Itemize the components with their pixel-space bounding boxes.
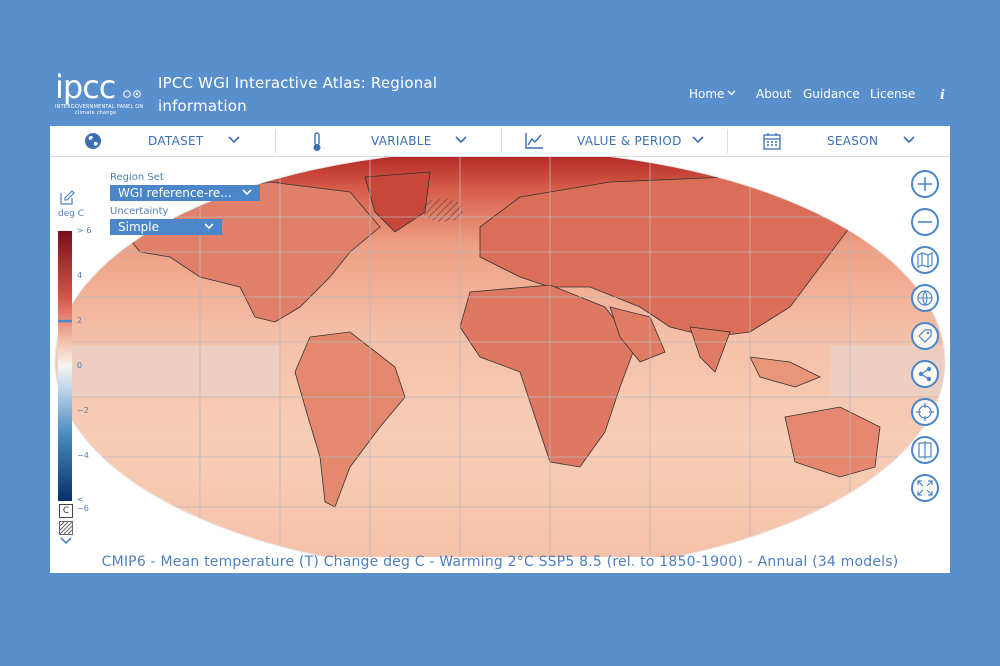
globe-button[interactable] <box>911 284 939 312</box>
label-button[interactable] <box>911 322 939 350</box>
chevron-down-icon <box>242 189 252 196</box>
dataset-menu[interactable]: DATASET <box>50 126 275 156</box>
color-legend: deg C > 6 4 2 0 −2 −4 < −6 C <box>56 190 96 550</box>
logo-wordmark: ipcc <box>55 68 116 106</box>
chevron-down-icon <box>228 136 240 144</box>
zoom-out-button[interactable] <box>911 208 939 236</box>
logo-subtitle-2: climate change <box>75 110 117 116</box>
info-icon[interactable]: i <box>940 88 945 103</box>
uncertainty-label: Uncertainty <box>110 206 169 217</box>
nav-home[interactable]: Home <box>689 87 736 101</box>
legend-tick: 0 <box>77 361 83 370</box>
uncertainty-select[interactable]: Simple <box>110 219 222 235</box>
atlas-panel: DATASET VARIABLE VALUE & PERIOD SEASON R… <box>50 126 950 573</box>
region-set-value: WGI reference-re... <box>118 186 232 200</box>
uncertainty-value: Simple <box>118 220 159 234</box>
legend-tick: 2 <box>77 316 83 325</box>
legend-tick: 4 <box>77 271 83 280</box>
zoom-in-icon <box>918 177 932 191</box>
dataset-label: DATASET <box>148 134 204 148</box>
region-set-select[interactable]: WGI reference-re... <box>110 185 260 201</box>
map-layers-button[interactable] <box>911 246 939 274</box>
locate-icon <box>916 403 934 421</box>
share-icon <box>918 366 932 382</box>
compare-button[interactable] <box>911 436 939 464</box>
value-period-label: VALUE & PERIOD <box>577 134 682 148</box>
chevron-down-icon <box>455 136 467 144</box>
ipcc-logo[interactable]: ipcc INTERGOVERNMENTAL PANEL ON climate … <box>55 70 150 120</box>
wmo-unep-emblem-icon <box>123 90 141 98</box>
edit-icon[interactable] <box>59 190 75 206</box>
legend-current-marker <box>58 319 72 323</box>
chevron-down-icon <box>727 90 736 96</box>
map-layers-icon <box>917 252 933 268</box>
value-period-menu[interactable]: VALUE & PERIOD <box>502 126 727 156</box>
page-title: IPCC WGI Interactive Atlas: Regional inf… <box>158 74 438 115</box>
season-label: SEASON <box>827 134 879 148</box>
fullscreen-button[interactable] <box>911 474 939 502</box>
header: ipcc INTERGOVERNMENTAL PANEL ON climate … <box>0 0 1000 126</box>
globe-icon <box>85 133 101 149</box>
compare-icon <box>918 441 932 459</box>
share-button[interactable] <box>911 360 939 388</box>
region-set-label: Region Set <box>110 172 164 183</box>
globe-icon <box>917 290 933 307</box>
season-menu[interactable]: SEASON <box>728 126 950 156</box>
legend-colorbar <box>58 231 72 501</box>
hatch-toggle-icon[interactable] <box>59 521 73 535</box>
legend-tick: −4 <box>77 451 89 460</box>
nav-guidance[interactable]: Guidance <box>803 87 860 101</box>
legend-tick: > 6 <box>77 226 92 235</box>
variable-label: VARIABLE <box>371 134 432 148</box>
legend-unit: deg C <box>58 209 85 219</box>
chevron-down-icon <box>204 223 214 230</box>
nav-home-label: Home <box>689 87 725 101</box>
zoom-in-button[interactable] <box>911 170 939 198</box>
nav-license[interactable]: License <box>870 87 915 101</box>
chevron-down-icon <box>903 136 915 144</box>
label-icon <box>918 329 932 343</box>
calendar-icon <box>763 133 781 150</box>
fullscreen-icon <box>917 480 933 496</box>
toolbar: DATASET VARIABLE VALUE & PERIOD SEASON <box>50 126 950 157</box>
line-chart-icon <box>525 133 543 149</box>
legend-tick: −2 <box>77 406 89 415</box>
contour-toggle[interactable]: C <box>59 504 73 518</box>
chevron-down-icon <box>692 136 704 144</box>
zoom-out-icon <box>918 221 932 223</box>
thermometer-icon <box>313 132 321 151</box>
legend-tick: < −6 <box>77 495 89 513</box>
variable-menu[interactable]: VARIABLE <box>276 126 501 156</box>
hatched-region <box>423 198 463 222</box>
locate-button[interactable] <box>911 398 939 426</box>
chevron-down-icon[interactable] <box>60 537 72 545</box>
nav-about[interactable]: About <box>756 87 791 101</box>
map-caption: CMIP6 - Mean temperature (T) Change deg … <box>101 554 899 570</box>
world-map[interactable] <box>50 157 950 557</box>
